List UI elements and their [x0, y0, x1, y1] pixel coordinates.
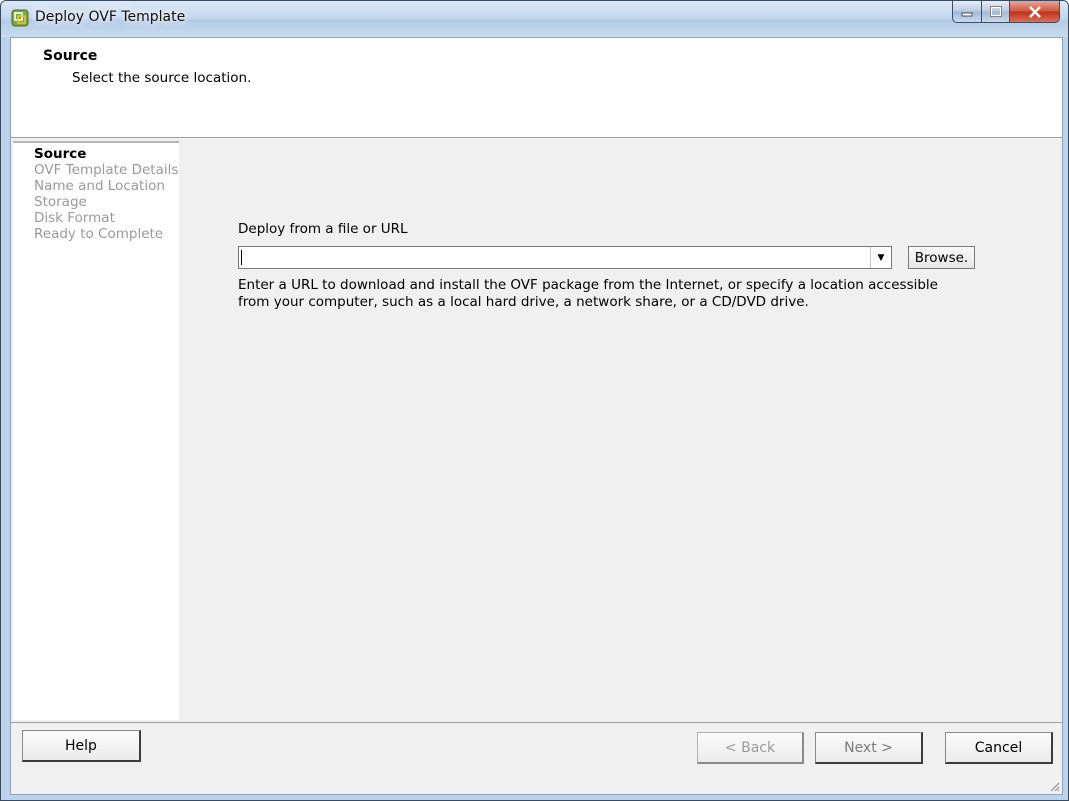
- source-content: Deploy from a file or URL ▼ Browse. Ente…: [179, 138, 1062, 722]
- cancel-button[interactable]: Cancel: [945, 732, 1053, 764]
- minimize-button[interactable]: [952, 1, 982, 23]
- maximize-icon: [989, 6, 1002, 17]
- window-title: Deploy OVF Template: [35, 9, 186, 25]
- nav-step-name-and-location: Name and Location: [34, 178, 165, 194]
- help-button[interactable]: Help: [22, 730, 141, 762]
- nav-step-ready-to-complete: Ready to Complete: [34, 226, 164, 242]
- source-help-text: Enter a URL to download and install the …: [238, 277, 938, 310]
- page-header: Source Select the source location.: [11, 38, 1062, 138]
- minimize-icon: [961, 12, 973, 16]
- nav-step-ovf-template-details: OVF Template Details: [34, 162, 179, 178]
- nav-step-storage: Storage: [34, 194, 87, 210]
- wizard-body: Source OVF Template Details Name and Loc…: [11, 138, 1062, 722]
- wizard-steps-nav: Source OVF Template Details Name and Loc…: [13, 141, 179, 720]
- chevron-down-icon: ▼: [877, 252, 885, 263]
- page-title: Source: [43, 48, 98, 64]
- dialog-footer: Help < Back Next > Cancel: [11, 722, 1062, 794]
- deploy-from-label: Deploy from a file or URL: [238, 221, 408, 237]
- nav-step-disk-format: Disk Format: [34, 210, 115, 226]
- maximize-button[interactable]: [982, 1, 1010, 23]
- resize-grip-icon[interactable]: [1048, 780, 1060, 792]
- next-button[interactable]: Next >: [815, 732, 923, 764]
- text-caret: [241, 250, 242, 265]
- deploy-ovf-window: Deploy OVF Template Source Select the so…: [0, 0, 1069, 801]
- source-url-combobox[interactable]: ▼: [238, 246, 892, 269]
- dialog-client-area: Source Select the source location. Sourc…: [10, 37, 1063, 795]
- vsphere-app-icon: [11, 9, 29, 27]
- dropdown-arrow-button[interactable]: ▼: [870, 247, 891, 268]
- title-bar[interactable]: Deploy OVF Template: [1, 1, 1068, 37]
- back-button[interactable]: < Back: [697, 732, 804, 764]
- close-button[interactable]: [1010, 1, 1060, 23]
- page-subtitle: Select the source location.: [72, 70, 252, 86]
- close-icon: [1028, 5, 1041, 18]
- browse-button[interactable]: Browse.: [908, 246, 975, 269]
- nav-step-source: Source: [34, 146, 87, 162]
